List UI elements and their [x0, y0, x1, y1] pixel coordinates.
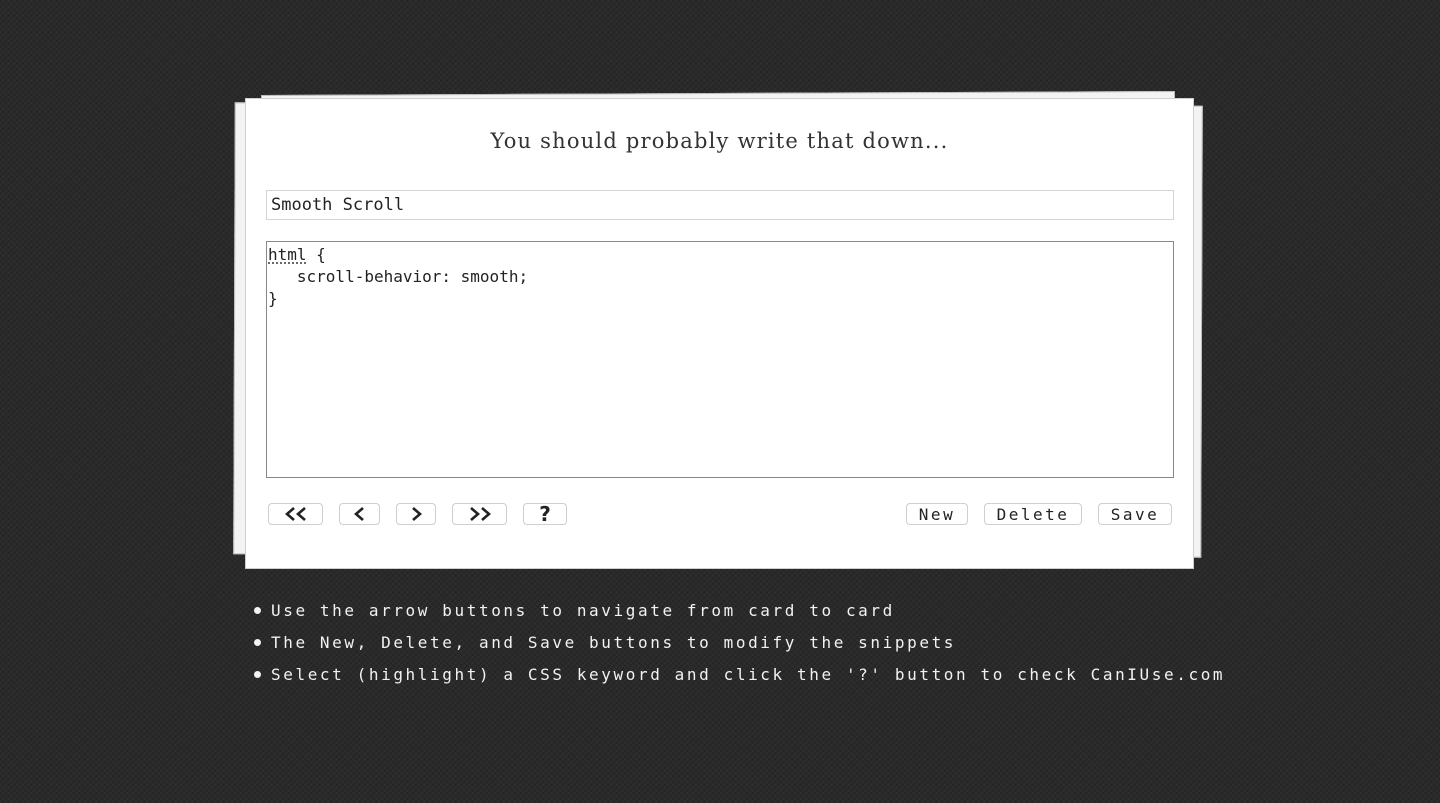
new-button[interactable]: New: [906, 503, 968, 525]
double-chevron-right-icon: [469, 507, 491, 521]
save-button[interactable]: Save: [1098, 503, 1172, 525]
code-line: scroll-behavior: smooth;: [268, 267, 529, 286]
bullet-icon: [254, 638, 261, 646]
bullet-icon: [254, 670, 261, 678]
last-card-button[interactable]: [452, 503, 507, 525]
delete-button[interactable]: Delete: [984, 503, 1082, 525]
snippet-code-textarea[interactable]: html { scroll-behavior: smooth; }: [266, 241, 1174, 478]
css-keyword-selected[interactable]: html: [268, 245, 307, 264]
question-mark-icon: ?: [539, 502, 551, 526]
previous-card-button[interactable]: [339, 503, 380, 525]
chevron-left-icon: [353, 507, 364, 521]
chevron-right-icon: [412, 507, 422, 521]
snippet-card: You should probably write that down... h…: [245, 98, 1194, 569]
code-line: html {: [268, 245, 326, 264]
caniuse-lookup-button[interactable]: ?: [523, 502, 567, 526]
first-card-button[interactable]: [268, 503, 323, 525]
code-line: }: [268, 289, 278, 308]
bullet-icon: [254, 606, 261, 614]
instruction-item: Select (highlight) a CSS keyword and cli…: [254, 658, 1225, 690]
instruction-item: The New, Delete, and Save buttons to mod…: [254, 626, 1225, 658]
snippet-title-input[interactable]: [266, 190, 1174, 220]
instruction-item: Use the arrow buttons to navigate from c…: [254, 594, 1225, 626]
double-chevron-left-icon: [284, 507, 306, 521]
next-card-button[interactable]: [396, 503, 436, 525]
card-heading: You should probably write that down...: [490, 129, 949, 153]
instructions-list: Use the arrow buttons to navigate from c…: [254, 594, 1225, 690]
